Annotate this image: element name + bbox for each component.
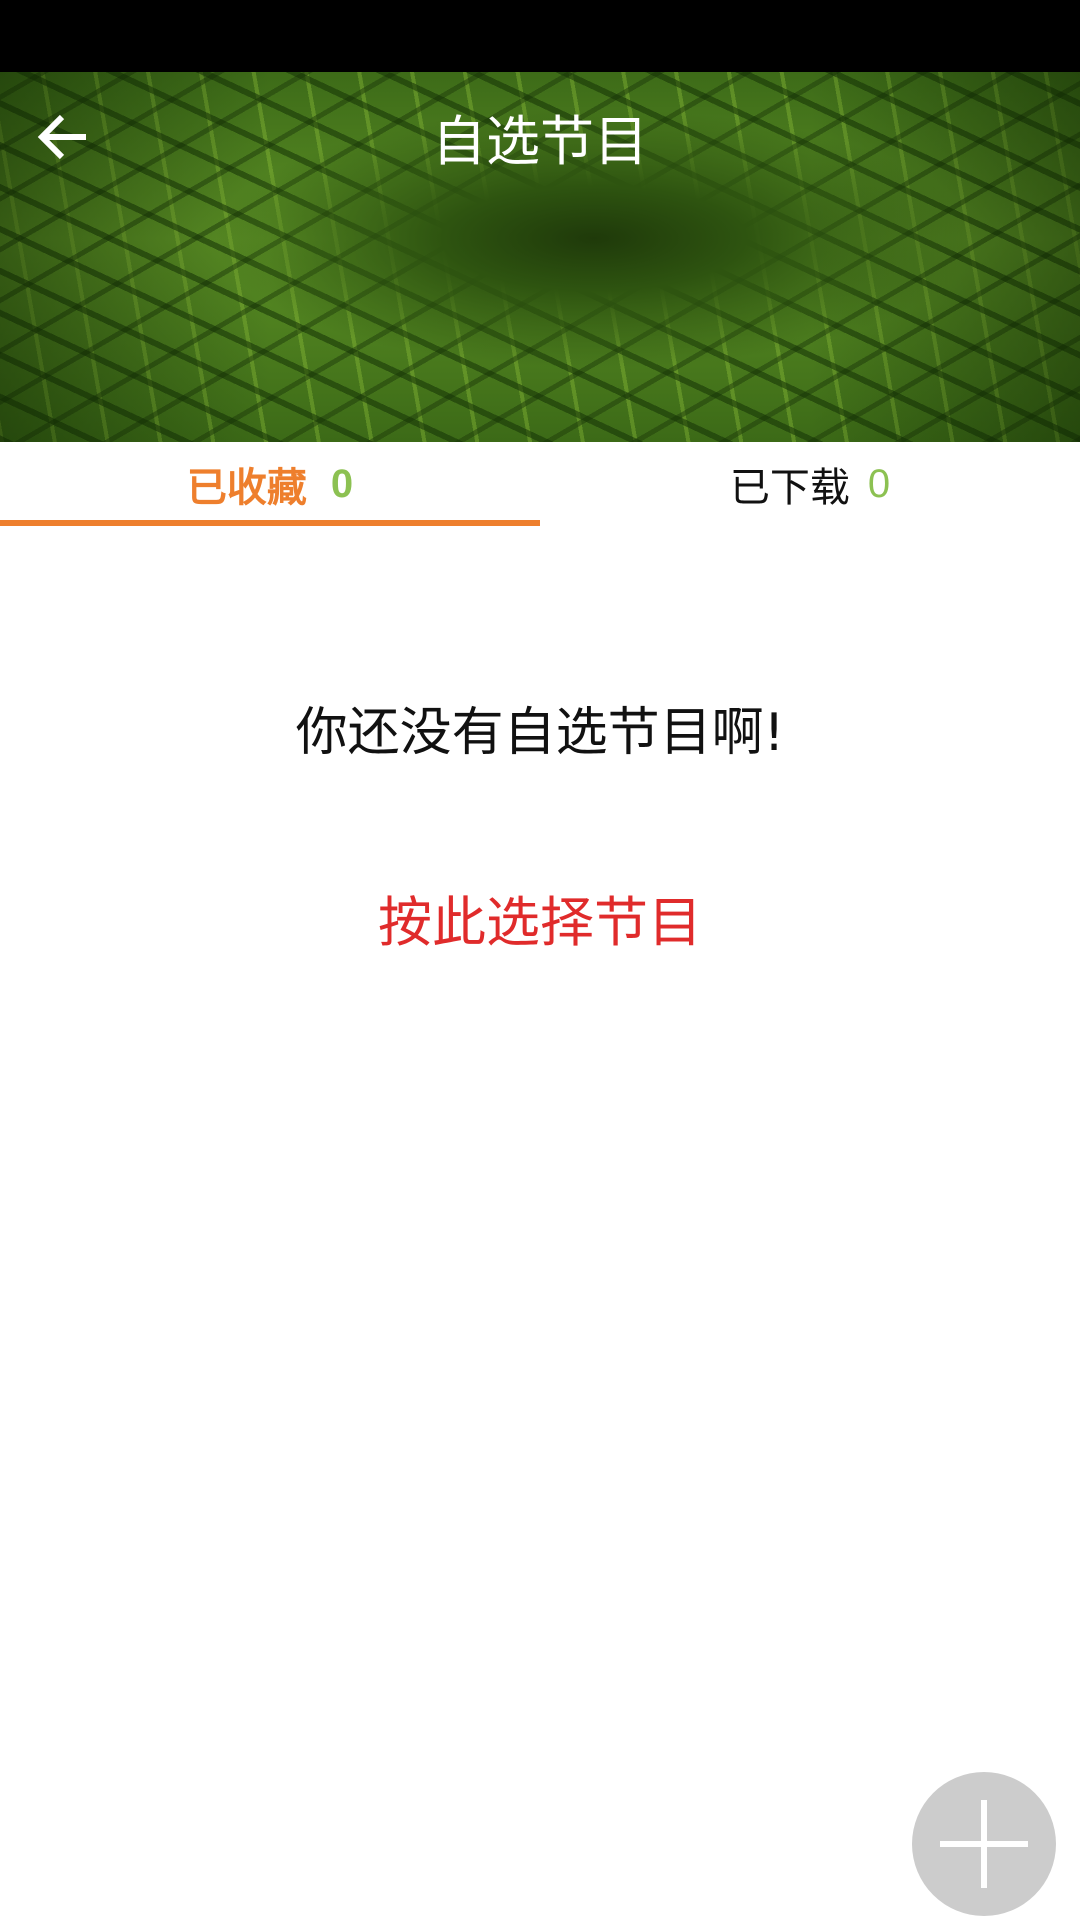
tab-downloads-label: 已下载 bbox=[729, 465, 850, 511]
status-bar bbox=[0, 0, 1080, 72]
select-programs-link[interactable]: 按此选择节目 bbox=[0, 878, 1080, 957]
active-tab-indicator bbox=[0, 520, 540, 526]
tab-favorites-count: 0 bbox=[330, 461, 354, 506]
tab-favorites-label: 已收藏 bbox=[186, 465, 307, 511]
header-banner: 自选节目 bbox=[0, 72, 1080, 442]
tab-favorites[interactable]: 已收藏 0 bbox=[0, 442, 540, 526]
add-fab-button[interactable] bbox=[912, 1772, 1056, 1916]
tab-downloads-count: 0 bbox=[867, 461, 891, 506]
plus-icon bbox=[940, 1800, 1028, 1888]
empty-state-message: 你还没有自选节目啊! bbox=[295, 703, 785, 763]
tab-bar: 已收藏 0 已下载 0 bbox=[0, 442, 1080, 526]
page-title: 自选节目 bbox=[432, 110, 648, 173]
tab-downloads[interactable]: 已下载 0 bbox=[540, 442, 1080, 526]
